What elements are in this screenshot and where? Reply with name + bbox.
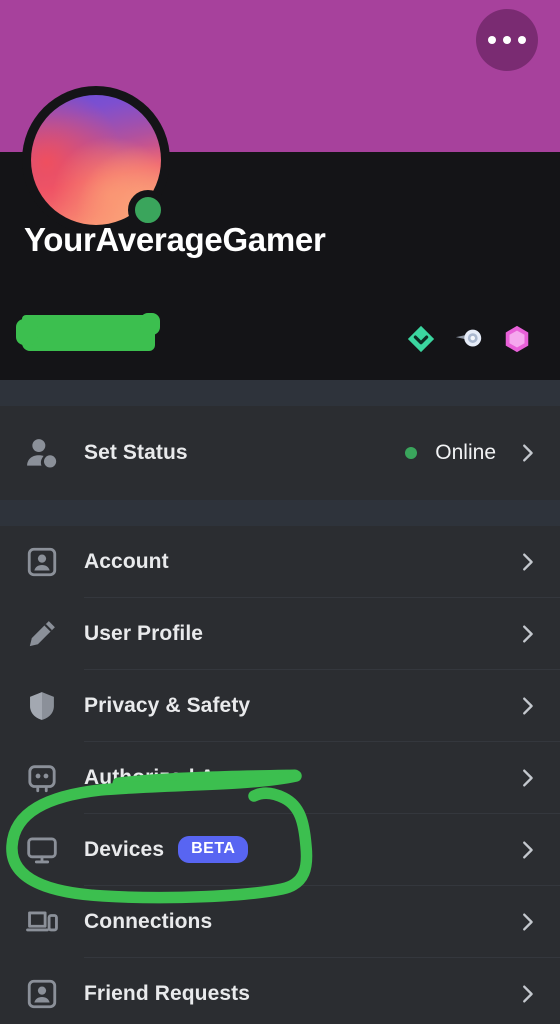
chevron-right-icon <box>523 624 533 643</box>
online-status-dot <box>405 447 418 459</box>
chevron-right-icon <box>523 552 533 571</box>
menu-row-connections[interactable]: Connections <box>0 886 560 957</box>
pencil-icon <box>22 614 62 654</box>
menu-label-user-profile: User Profile <box>84 621 204 645</box>
privacy-chevron-group <box>516 695 538 717</box>
status-section: Set Status Online <box>0 406 560 500</box>
current-status-value: Online <box>435 441 496 464</box>
menu-row-authorized-apps[interactable]: Authorized Apps <box>0 742 560 813</box>
discord-user-settings-screen: YourAverageGamer Set Status Online Accou… <box>0 0 560 1024</box>
overflow-dot-3 <box>518 36 526 44</box>
menu-label-connections: Connections <box>84 909 213 933</box>
chevron-right-icon <box>523 768 533 787</box>
comet-badge-icon[interactable] <box>454 324 484 354</box>
spacer-below-status <box>0 500 560 526</box>
overflow-dot-2 <box>503 36 511 44</box>
monitor-icon <box>22 830 62 870</box>
overflow-dot-1 <box>488 36 496 44</box>
shield-icon <box>22 686 62 726</box>
menu-row-user-profile[interactable]: User Profile <box>0 598 560 669</box>
profile-badges <box>406 324 532 354</box>
username-text: YourAverageGamer <box>24 221 326 258</box>
chevron-right-icon <box>523 984 533 1003</box>
menu-row-devices[interactable]: Devices BETA <box>0 814 560 885</box>
menu-label-devices: Devices <box>84 837 165 861</box>
menu-label-account: Account <box>84 549 169 573</box>
authorized-apps-chevron-group <box>516 767 538 789</box>
set-status-value-group: Online <box>405 441 538 465</box>
redacted-user-tag <box>16 313 160 351</box>
chevron-right-icon <box>523 696 533 715</box>
hexagon-badge-icon[interactable] <box>502 324 532 354</box>
chevron-right-icon <box>523 912 533 931</box>
user-profile-chevron-group <box>516 623 538 645</box>
menu-row-account[interactable]: Account <box>0 526 560 597</box>
more-options-button[interactable] <box>476 9 538 71</box>
menu-label-privacy-safety: Privacy & Safety <box>84 693 251 717</box>
profile-header: YourAverageGamer <box>0 86 560 380</box>
spacer-above-status <box>0 380 560 406</box>
set-status-label: Set Status <box>84 441 188 464</box>
set-status-row[interactable]: Set Status Online <box>0 406 560 500</box>
app-robot-icon <box>22 758 62 798</box>
chevron-right-icon <box>523 840 533 859</box>
account-chevron-group <box>516 551 538 573</box>
connections-chevron-group <box>516 911 538 933</box>
settings-menu-section: Account User Profile Privacy & Safety Au… <box>0 526 560 1024</box>
devices-chevron-group <box>516 839 538 861</box>
menu-label-authorized-apps: Authorized Apps <box>84 765 253 789</box>
chevron-right-icon <box>523 444 533 462</box>
menu-row-privacy-safety[interactable]: Privacy & Safety <box>0 670 560 741</box>
menu-label-friend-requests: Friend Requests <box>84 981 251 1005</box>
devices-beta-badge: BETA <box>178 836 249 863</box>
laptop-phone-icon <box>22 902 62 942</box>
contact-card-icon <box>22 974 62 1014</box>
person-status-icon <box>22 433 62 473</box>
menu-row-friend-requests[interactable]: Friend Requests <box>0 958 560 1024</box>
avatar[interactable] <box>22 86 170 234</box>
contact-card-icon <box>22 542 62 582</box>
nitro-badge-icon[interactable] <box>406 324 436 354</box>
friend-requests-chevron-group <box>516 983 538 1005</box>
